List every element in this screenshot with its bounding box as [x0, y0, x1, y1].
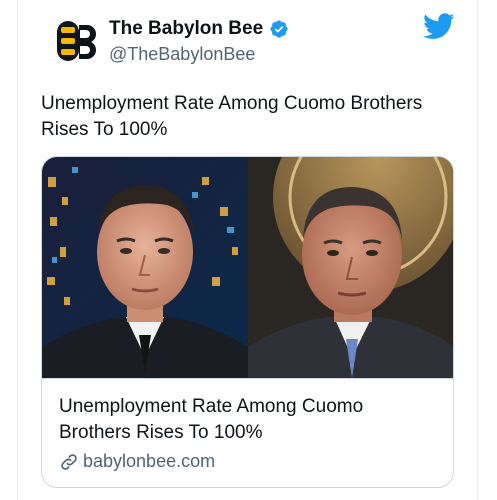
verified-badge-icon [270, 20, 288, 38]
left-portrait [42, 157, 248, 378]
author-handle[interactable]: @TheBabylonBee [109, 44, 255, 65]
author-name-row[interactable]: The Babylon Bee [109, 17, 289, 41]
tweet-text: Unemployment Rate Among Cuomo Brothers R… [41, 93, 423, 140]
bee-logo-icon [45, 12, 103, 70]
avatar[interactable] [44, 11, 104, 71]
card-title[interactable]: Unemployment Rate Among Cuomo Brothers R… [59, 394, 439, 446]
two-portraits-image[interactable] [42, 157, 453, 378]
card-domain[interactable]: babylonbee.com [83, 451, 215, 472]
card-domain-link[interactable]: babylonbee.com [59, 451, 215, 472]
link-icon [61, 453, 77, 470]
tweet-card[interactable]: The Babylon Bee @TheBabylonBee Unemploym… [17, 0, 478, 500]
card-body[interactable]: Unemployment Rate Among Cuomo Brothers R… [42, 378, 453, 487]
author-display-name[interactable]: The Babylon Bee [109, 18, 263, 40]
twitter-bird-icon[interactable] [423, 13, 455, 40]
right-portrait [248, 157, 453, 378]
link-preview-card[interactable]: Unemployment Rate Among Cuomo Brothers R… [41, 156, 454, 488]
